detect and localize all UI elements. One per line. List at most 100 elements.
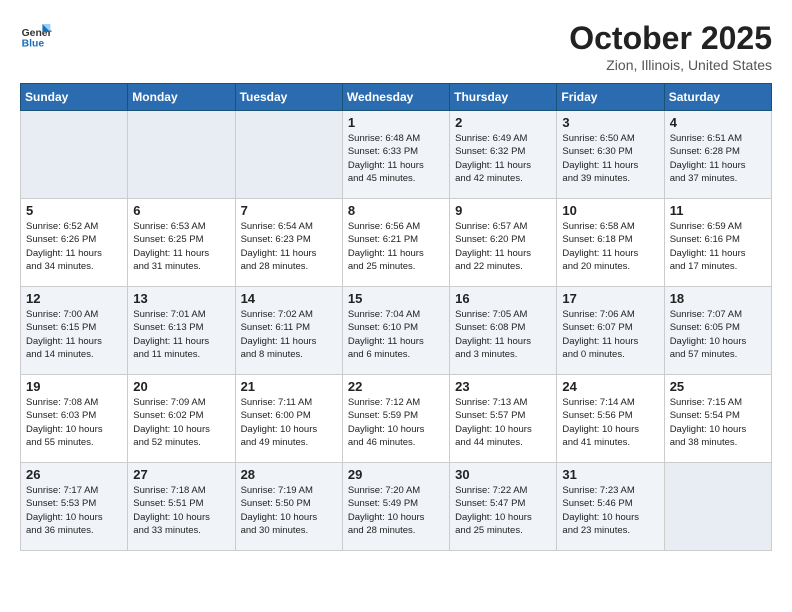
calendar-cell: 18 Sunrise: 7:07 AM Sunset: 6:05 PM Dayli… [664, 287, 771, 375]
day-number: 25 [670, 379, 766, 394]
calendar-cell: 2 Sunrise: 6:49 AM Sunset: 6:32 PM Daylig… [450, 111, 557, 199]
day-number: 2 [455, 115, 551, 130]
weekday-header-saturday: Saturday [664, 84, 771, 111]
logo: General Blue [20, 20, 52, 52]
weekday-header-row: SundayMondayTuesdayWednesdayThursdayFrid… [21, 84, 772, 111]
day-number: 30 [455, 467, 551, 482]
day-number: 14 [241, 291, 337, 306]
day-number: 5 [26, 203, 122, 218]
weekday-header-friday: Friday [557, 84, 664, 111]
calendar-cell: 22 Sunrise: 7:12 AM Sunset: 5:59 PM Dayli… [342, 375, 449, 463]
day-info: Sunrise: 6:56 AM Sunset: 6:21 PM Dayligh… [348, 220, 444, 273]
calendar-cell: 10Sunrise: 6:58 AM Sunset: 6:18 PM Dayli… [557, 199, 664, 287]
day-number: 28 [241, 467, 337, 482]
calendar-cell: 19 Sunrise: 7:08 AM Sunset: 6:03 PM Dayli… [21, 375, 128, 463]
day-info: Sunrise: 7:00 AM Sunset: 6:15 PM Dayligh… [26, 308, 122, 361]
calendar-cell [235, 111, 342, 199]
calendar-cell: 12 Sunrise: 7:00 AM Sunset: 6:15 PM Dayli… [21, 287, 128, 375]
day-info: Sunrise: 7:18 AM Sunset: 5:51 PM Dayligh… [133, 484, 229, 537]
day-info: Sunrise: 7:19 AM Sunset: 5:50 PM Dayligh… [241, 484, 337, 537]
calendar-table: SundayMondayTuesdayWednesdayThursdayFrid… [20, 83, 772, 551]
calendar-cell: 6 Sunrise: 6:53 AM Sunset: 6:25 PM Daylig… [128, 199, 235, 287]
day-number: 13 [133, 291, 229, 306]
calendar-cell: 23 Sunrise: 7:13 AM Sunset: 5:57 PM Dayli… [450, 375, 557, 463]
day-number: 29 [348, 467, 444, 482]
day-number: 6 [133, 203, 229, 218]
calendar-cell: 14 Sunrise: 7:02 AM Sunset: 6:11 PM Dayli… [235, 287, 342, 375]
day-info: Sunrise: 6:50 AM Sunset: 6:30 PM Dayligh… [562, 132, 658, 185]
day-number: 24 [562, 379, 658, 394]
calendar-cell: 20Sunrise: 7:09 AM Sunset: 6:02 PM Dayli… [128, 375, 235, 463]
day-number: 16 [455, 291, 551, 306]
day-info: Sunrise: 6:53 AM Sunset: 6:25 PM Dayligh… [133, 220, 229, 273]
weekday-header-wednesday: Wednesday [342, 84, 449, 111]
calendar-cell: 24 Sunrise: 7:14 AM Sunset: 5:56 PM Dayli… [557, 375, 664, 463]
day-number: 23 [455, 379, 551, 394]
month-title: October 2025 [569, 20, 772, 57]
day-info: Sunrise: 7:22 AM Sunset: 5:47 PM Dayligh… [455, 484, 551, 537]
calendar-cell: 27 Sunrise: 7:18 AM Sunset: 5:51 PM Dayli… [128, 463, 235, 551]
weekday-header-sunday: Sunday [21, 84, 128, 111]
day-number: 17 [562, 291, 658, 306]
calendar-week-row: 1 Sunrise: 6:48 AM Sunset: 6:33 PM Daylig… [21, 111, 772, 199]
calendar-cell [664, 463, 771, 551]
day-number: 8 [348, 203, 444, 218]
day-number: 15 [348, 291, 444, 306]
calendar-week-row: 12 Sunrise: 7:00 AM Sunset: 6:15 PM Dayli… [21, 287, 772, 375]
day-number: 18 [670, 291, 766, 306]
day-number: 1 [348, 115, 444, 130]
calendar-cell: 8 Sunrise: 6:56 AM Sunset: 6:21 PM Daylig… [342, 199, 449, 287]
day-info: Sunrise: 6:59 AM Sunset: 6:16 PM Dayligh… [670, 220, 766, 273]
day-number: 11 [670, 203, 766, 218]
calendar-cell: 11 Sunrise: 6:59 AM Sunset: 6:16 PM Dayli… [664, 199, 771, 287]
weekday-header-monday: Monday [128, 84, 235, 111]
day-number: 20 [133, 379, 229, 394]
day-number: 7 [241, 203, 337, 218]
calendar-week-row: 5 Sunrise: 6:52 AM Sunset: 6:26 PM Daylig… [21, 199, 772, 287]
day-info: Sunrise: 7:01 AM Sunset: 6:13 PM Dayligh… [133, 308, 229, 361]
day-number: 22 [348, 379, 444, 394]
calendar-cell: 30 Sunrise: 7:22 AM Sunset: 5:47 PM Dayli… [450, 463, 557, 551]
calendar-week-row: 19 Sunrise: 7:08 AM Sunset: 6:03 PM Dayli… [21, 375, 772, 463]
calendar-cell: 21Sunrise: 7:11 AM Sunset: 6:00 PM Dayli… [235, 375, 342, 463]
day-info: Sunrise: 7:07 AM Sunset: 6:05 PM Dayligh… [670, 308, 766, 361]
calendar-cell: 15Sunrise: 7:04 AM Sunset: 6:10 PM Dayli… [342, 287, 449, 375]
day-number: 27 [133, 467, 229, 482]
day-info: Sunrise: 7:20 AM Sunset: 5:49 PM Dayligh… [348, 484, 444, 537]
calendar-cell: 5 Sunrise: 6:52 AM Sunset: 6:26 PM Daylig… [21, 199, 128, 287]
calendar-cell: 1 Sunrise: 6:48 AM Sunset: 6:33 PM Daylig… [342, 111, 449, 199]
calendar-cell: 26Sunrise: 7:17 AM Sunset: 5:53 PM Dayli… [21, 463, 128, 551]
day-info: Sunrise: 7:17 AM Sunset: 5:53 PM Dayligh… [26, 484, 122, 537]
day-info: Sunrise: 7:14 AM Sunset: 5:56 PM Dayligh… [562, 396, 658, 449]
calendar-cell [128, 111, 235, 199]
calendar-cell: 16 Sunrise: 7:05 AM Sunset: 6:08 PM Dayli… [450, 287, 557, 375]
day-number: 3 [562, 115, 658, 130]
day-info: Sunrise: 6:58 AM Sunset: 6:18 PM Dayligh… [562, 220, 658, 273]
calendar-cell: 29 Sunrise: 7:20 AM Sunset: 5:49 PM Dayli… [342, 463, 449, 551]
day-info: Sunrise: 6:48 AM Sunset: 6:33 PM Dayligh… [348, 132, 444, 185]
day-info: Sunrise: 7:12 AM Sunset: 5:59 PM Dayligh… [348, 396, 444, 449]
calendar-week-row: 26Sunrise: 7:17 AM Sunset: 5:53 PM Dayli… [21, 463, 772, 551]
day-info: Sunrise: 7:02 AM Sunset: 6:11 PM Dayligh… [241, 308, 337, 361]
calendar-cell: 28 Sunrise: 7:19 AM Sunset: 5:50 PM Dayli… [235, 463, 342, 551]
day-info: Sunrise: 7:05 AM Sunset: 6:08 PM Dayligh… [455, 308, 551, 361]
day-info: Sunrise: 7:13 AM Sunset: 5:57 PM Dayligh… [455, 396, 551, 449]
day-number: 12 [26, 291, 122, 306]
day-number: 19 [26, 379, 122, 394]
day-number: 4 [670, 115, 766, 130]
day-info: Sunrise: 6:49 AM Sunset: 6:32 PM Dayligh… [455, 132, 551, 185]
day-info: Sunrise: 6:52 AM Sunset: 6:26 PM Dayligh… [26, 220, 122, 273]
calendar-cell: 17 Sunrise: 7:06 AM Sunset: 6:07 PM Dayli… [557, 287, 664, 375]
weekday-header-thursday: Thursday [450, 84, 557, 111]
calendar-cell: 31Sunrise: 7:23 AM Sunset: 5:46 PM Dayli… [557, 463, 664, 551]
header-area: General Blue October 2025 Zion, Illinois… [20, 20, 772, 73]
day-info: Sunrise: 7:06 AM Sunset: 6:07 PM Dayligh… [562, 308, 658, 361]
calendar-cell: 25Sunrise: 7:15 AM Sunset: 5:54 PM Dayli… [664, 375, 771, 463]
calendar-cell: 3 Sunrise: 6:50 AM Sunset: 6:30 PM Daylig… [557, 111, 664, 199]
day-info: Sunrise: 7:23 AM Sunset: 5:46 PM Dayligh… [562, 484, 658, 537]
day-info: Sunrise: 6:51 AM Sunset: 6:28 PM Dayligh… [670, 132, 766, 185]
calendar-cell [21, 111, 128, 199]
calendar-cell: 9Sunrise: 6:57 AM Sunset: 6:20 PM Daylig… [450, 199, 557, 287]
day-info: Sunrise: 7:08 AM Sunset: 6:03 PM Dayligh… [26, 396, 122, 449]
calendar-cell: 7Sunrise: 6:54 AM Sunset: 6:23 PM Daylig… [235, 199, 342, 287]
